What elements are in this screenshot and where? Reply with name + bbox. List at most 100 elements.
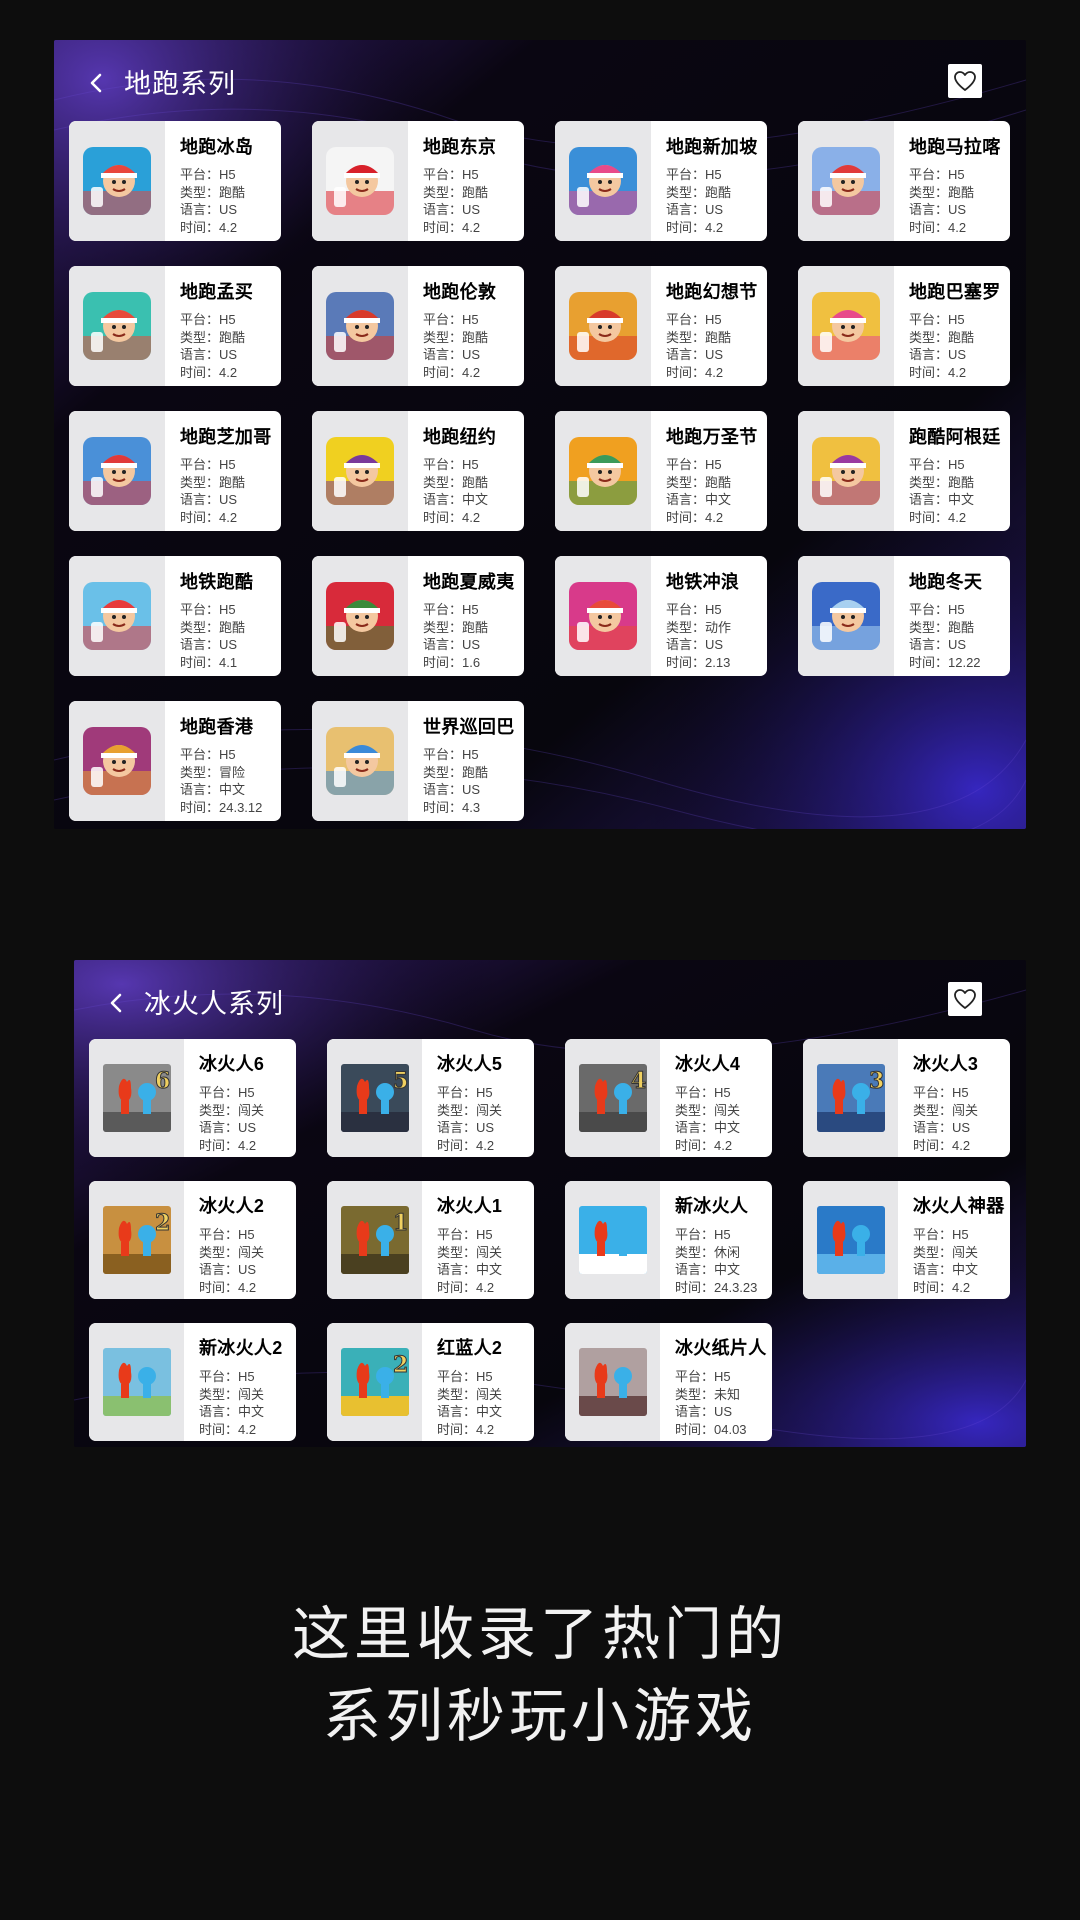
game-type: 类型：跑酷: [423, 619, 489, 635]
game-card[interactable]: 地跑冬天 平台：H5 类型：跑酷 语言：US 时间：12.22: [798, 556, 1010, 676]
favorite-button[interactable]: [948, 982, 982, 1016]
game-info: 地跑香港 平台：H5 类型：冒险 语言：中文 时间：24.3.12: [165, 701, 281, 821]
game-card[interactable]: 6 冰火人6 平台：H5 类型：闯关 语言：US 时间：4.2: [89, 1039, 296, 1157]
game-card[interactable]: 冰火纸片人 平台：H5 类型：未知 语言：US 时间：04.03: [565, 1323, 772, 1441]
panel-title: 冰火人系列: [144, 989, 284, 1019]
game-card[interactable]: 冰火人神器 平台：H5 类型：闯关 语言：中文 时间：4.2: [803, 1181, 1010, 1299]
game-name: 冰火人神器: [913, 1196, 1005, 1216]
game-type: 类型：闯关: [437, 1244, 503, 1260]
game-icon: [102, 1348, 171, 1416]
game-card[interactable]: 地跑伦敦 平台：H5 类型：跑酷 语言：US 时间：4.2: [312, 266, 524, 386]
game-card[interactable]: 地跑孟买 平台：H5 类型：跑酷 语言：US 时间：4.2: [69, 266, 281, 386]
game-card[interactable]: 1 冰火人1 平台：H5 类型：闯关 语言：中文 时间：4.2: [327, 1181, 534, 1299]
game-icon: [578, 1348, 647, 1416]
thumbnail-area: [555, 266, 651, 386]
game-info: 世界巡回巴 平台：H5 类型：跑酷 语言：US 时间：4.3: [408, 701, 524, 821]
game-card[interactable]: 地跑芝加哥 平台：H5 类型：跑酷 语言：US 时间：4.2: [69, 411, 281, 531]
game-name: 地铁跑酷: [180, 572, 254, 592]
thumbnail-area: 6: [89, 1039, 184, 1157]
game-language: 语言：US: [909, 202, 967, 218]
game-card[interactable]: 地跑新加坡 平台：H5 类型：跑酷 语言：US 时间：4.2: [555, 121, 767, 241]
game-card[interactable]: 地跑冰岛 平台：H5 类型：跑酷 语言：US 时间：4.2: [69, 121, 281, 241]
game-thumbnail-image: [326, 437, 394, 505]
panel-header: 地跑系列: [54, 40, 1026, 124]
game-card[interactable]: 新冰火人2 平台：H5 类型：闯关 语言：中文 时间：4.2: [89, 1323, 296, 1441]
game-name: 跑酷阿根廷: [909, 427, 1001, 447]
game-time: 时间：4.2: [199, 1137, 257, 1153]
game-time: 时间：4.2: [675, 1137, 733, 1153]
game-language: 语言：US: [666, 202, 724, 218]
game-info: 新冰火人2 平台：H5 类型：闯关 语言：中文 时间：4.2: [184, 1323, 296, 1441]
game-card[interactable]: 地跑夏威夷 平台：H5 类型：跑酷 语言：US 时间：1.6: [312, 556, 524, 676]
thumbnail-area: [565, 1181, 660, 1299]
game-time: 时间：24.3.12: [180, 799, 263, 815]
game-type: 类型：跑酷: [909, 329, 975, 345]
game-name: 地跑纽约: [423, 427, 497, 447]
game-language: 语言：中文: [675, 1262, 741, 1278]
game-card[interactable]: 地跑巴塞罗 平台：H5 类型：跑酷 语言：US 时间：4.2: [798, 266, 1010, 386]
game-platform: 平台：H5: [666, 457, 722, 472]
game-icon: [83, 292, 151, 360]
game-card[interactable]: 2 冰火人2 平台：H5 类型：闯关 语言：US 时间：4.2: [89, 1181, 296, 1299]
game-card[interactable]: 4 冰火人4 平台：H5 类型：闯关 语言：中文 时间：4.2: [565, 1039, 772, 1157]
game-type: 类型：闯关: [437, 1102, 503, 1118]
game-name: 地铁冲浪: [666, 572, 740, 592]
favorite-button[interactable]: [948, 64, 982, 98]
game-card[interactable]: 新冰火人 平台：H5 类型：休闲 语言：中文 时间：24.3.23: [565, 1181, 772, 1299]
game-card[interactable]: 世界巡回巴 平台：H5 类型：跑酷 语言：US 时间：4.3: [312, 701, 524, 821]
game-platform: 平台：H5: [437, 1085, 493, 1100]
game-card[interactable]: 地跑纽约 平台：H5 类型：跑酷 语言：中文 时间：4.2: [312, 411, 524, 531]
game-thumbnail-image: [812, 582, 880, 650]
svg-text:2: 2: [155, 1210, 170, 1236]
game-platform: 平台：H5: [666, 167, 722, 182]
game-card[interactable]: 跑酷阿根廷 平台：H5 类型：跑酷 语言：中文 时间：4.2: [798, 411, 1010, 531]
game-icon: [569, 147, 637, 215]
game-card[interactable]: 5 冰火人5 平台：H5 类型：闯关 语言：US 时间：4.2: [327, 1039, 534, 1157]
game-info: 地跑巴塞罗 平台：H5 类型：跑酷 语言：US 时间：4.2: [894, 266, 1010, 386]
thumbnail-area: [69, 556, 165, 676]
game-type: 类型：跑酷: [909, 619, 975, 635]
game-language: 语言：US: [437, 1120, 495, 1136]
game-card[interactable]: 地铁冲浪 平台：H5 类型：动作 语言：US 时间：2.13: [555, 556, 767, 676]
game-name: 地跑新加坡: [666, 137, 758, 157]
game-language: 语言：US: [199, 1262, 257, 1278]
game-language: 语言：US: [666, 347, 724, 363]
game-card[interactable]: 地跑幻想节 平台：H5 类型：跑酷 语言：US 时间：4.2: [555, 266, 767, 386]
game-card[interactable]: 地跑香港 平台：H5 类型：冒险 语言：中文 时间：24.3.12: [69, 701, 281, 821]
game-card[interactable]: 2 红蓝人2 平台：H5 类型：闯关 语言：中文 时间：4.2: [327, 1323, 534, 1441]
back-button[interactable]: [80, 66, 114, 100]
game-time: 时间：4.2: [423, 219, 481, 235]
game-icon: 3: [816, 1064, 885, 1132]
game-thumbnail-image: [812, 147, 880, 215]
game-time: 时间：4.2: [437, 1421, 495, 1437]
game-icon: [83, 147, 151, 215]
chevron-left-icon: [110, 993, 122, 1013]
game-card[interactable]: 3 冰火人3 平台：H5 类型：闯关 语言：US 时间：4.2: [803, 1039, 1010, 1157]
subway-series-panel: 地跑系列 地跑冰岛 平台：H5 类型：跑酷 语言：US 时间：4.2 地跑东京 平台：H5 类…: [54, 40, 1026, 829]
game-thumbnail-image: [83, 437, 151, 505]
game-time: 时间：4.2: [423, 509, 481, 525]
back-button[interactable]: [100, 986, 134, 1020]
game-thumbnail-image: [83, 582, 151, 650]
game-time: 时间：4.2: [666, 364, 724, 380]
game-card[interactable]: 地跑万圣节 平台：H5 类型：跑酷 语言：中文 时间：4.2: [555, 411, 767, 531]
panel-title: 地跑系列: [124, 69, 236, 99]
game-card[interactable]: 地铁跑酷 平台：H5 类型：跑酷 语言：US 时间：4.1: [69, 556, 281, 676]
game-card[interactable]: 地跑马拉喀 平台：H5 类型：跑酷 语言：US 时间：4.2: [798, 121, 1010, 241]
game-info: 跑酷阿根廷 平台：H5 类型：跑酷 语言：中文 时间：4.2: [894, 411, 1010, 531]
game-time: 时间：4.2: [199, 1279, 257, 1295]
game-thumbnail-image: [326, 727, 394, 795]
game-icon: [578, 1206, 647, 1274]
game-name: 冰火人1: [437, 1196, 503, 1216]
game-platform: 平台：H5: [437, 1369, 493, 1384]
game-thumbnail-image: [816, 1206, 885, 1274]
game-icon: [326, 147, 394, 215]
game-thumbnail-image: [83, 147, 151, 215]
game-platform: 平台：H5: [423, 602, 479, 617]
game-card[interactable]: 地跑东京 平台：H5 类型：跑酷 语言：US 时间：4.2: [312, 121, 524, 241]
game-thumbnail-image: [83, 727, 151, 795]
game-language: 语言：中文: [437, 1404, 503, 1420]
game-thumbnail-image: [326, 292, 394, 360]
game-language: 语言：中文: [437, 1262, 503, 1278]
game-type: 类型：跑酷: [423, 764, 489, 780]
